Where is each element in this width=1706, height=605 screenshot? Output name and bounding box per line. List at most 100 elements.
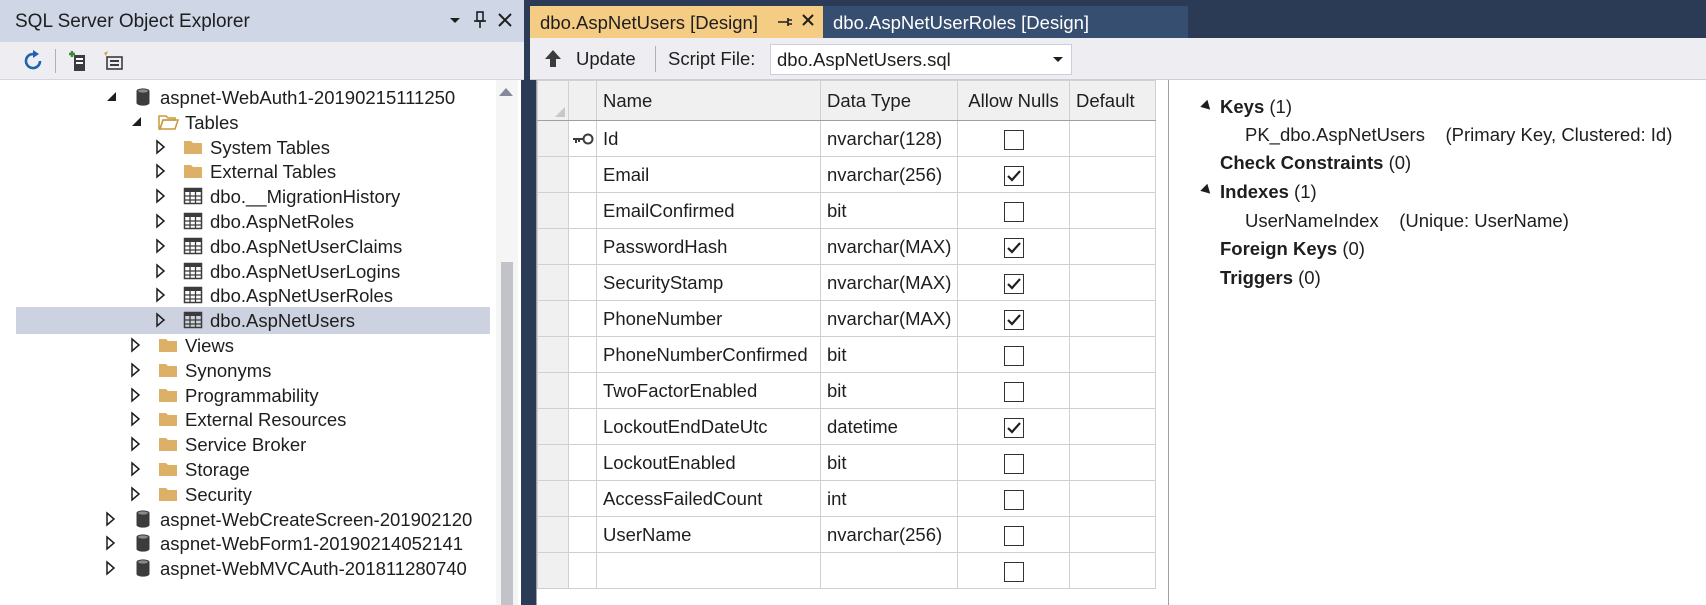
default-cell[interactable] (1069, 120, 1156, 157)
collapsed-arrow-icon[interactable] (129, 484, 143, 504)
column-name-cell[interactable]: LockoutEndDateUtc (596, 408, 821, 445)
scrollbar-thumb[interactable] (501, 262, 513, 605)
collapsed-arrow-icon[interactable] (154, 310, 168, 330)
collapsed-arrow-icon[interactable] (154, 137, 168, 157)
column-name-cell[interactable]: PhoneNumberConfirmed (596, 336, 821, 373)
table-row[interactable]: LockoutEnabled bit (537, 444, 1156, 481)
allow-nulls-checkbox[interactable] (1003, 345, 1024, 366)
collapsed-arrow-icon[interactable] (129, 360, 143, 380)
column-name-cell[interactable]: EmailConfirmed (596, 192, 821, 229)
column-name-cell[interactable]: Email (596, 156, 821, 193)
tree-node[interactable]: dbo.__MigrationHistory (0, 183, 490, 210)
vertical-scrollbar[interactable] (496, 80, 518, 605)
collapsed-arrow-icon[interactable] (154, 285, 168, 305)
allow-nulls-checkbox[interactable] (1003, 561, 1024, 582)
keys-node[interactable]: Keys (1) (1220, 96, 1292, 118)
tree-node[interactable]: Storage (0, 456, 490, 483)
tree-node[interactable]: External Tables (0, 158, 490, 185)
tree-node[interactable]: aspnet-WebCreateScreen-201902120 (0, 506, 490, 533)
default-cell[interactable] (1069, 516, 1156, 553)
allow-nulls-checkbox[interactable] (1003, 381, 1024, 402)
tree-node[interactable]: dbo.AspNetUserRoles (0, 282, 490, 309)
data-type-cell[interactable]: int (820, 480, 958, 517)
allow-nulls-checkbox[interactable] (1003, 525, 1024, 546)
table-row[interactable]: UserName nvarchar(256) (537, 516, 1156, 553)
row-selector[interactable] (537, 408, 569, 445)
expanded-arrow-icon[interactable] (104, 87, 118, 107)
collapsed-arrow-icon[interactable] (129, 409, 143, 429)
primary-key-item[interactable]: PK_dbo.AspNetUsers (Primary Key, Cluster… (1245, 124, 1672, 146)
allow-nulls-checkbox[interactable] (1003, 201, 1024, 222)
table-row[interactable]: SecurityStamp nvarchar(MAX) (537, 264, 1156, 301)
allow-nulls-checkbox[interactable] (1003, 453, 1024, 474)
foreign-keys-node[interactable]: Foreign Keys (0) (1220, 238, 1365, 260)
table-row[interactable]: Id nvarchar(128) (537, 120, 1156, 157)
column-name-cell[interactable]: PhoneNumber (596, 300, 821, 337)
tree-node[interactable]: Programmability (0, 382, 490, 409)
data-type-column-header[interactable]: Data Type (820, 80, 958, 121)
collapse-triangle-icon[interactable] (1200, 99, 1214, 114)
pin-icon[interactable] (468, 8, 492, 32)
table-row[interactable]: LockoutEndDateUtc datetime (537, 408, 1156, 445)
table-row[interactable]: EmailConfirmed bit (537, 192, 1156, 229)
allow-nulls-checkbox-checked[interactable] (1003, 237, 1024, 258)
collapse-triangle-icon[interactable] (1200, 183, 1214, 198)
tree-node[interactable]: Service Broker (0, 431, 490, 458)
collapsed-arrow-icon[interactable] (104, 533, 118, 553)
default-cell[interactable] (1069, 264, 1156, 301)
table-row[interactable]: TwoFactorEnabled bit (537, 372, 1156, 409)
tree-node[interactable]: aspnet-WebMVCAuth-201811280740 (0, 555, 490, 582)
default-cell[interactable] (1069, 228, 1156, 265)
collapsed-arrow-icon[interactable] (104, 558, 118, 578)
collapsed-arrow-icon[interactable] (129, 459, 143, 479)
indexes-node[interactable]: Indexes (1) (1220, 181, 1317, 203)
collapsed-arrow-icon[interactable] (154, 161, 168, 181)
column-name-cell[interactable] (596, 552, 821, 589)
pin-tab-icon[interactable] (776, 12, 794, 32)
table-row[interactable] (537, 552, 1156, 589)
row-selector[interactable] (537, 372, 569, 409)
data-type-cell[interactable]: nvarchar(128) (820, 120, 958, 157)
allow-nulls-checkbox[interactable] (1003, 129, 1024, 150)
column-name-cell[interactable]: LockoutEnabled (596, 444, 821, 481)
row-selector[interactable] (537, 120, 569, 157)
data-type-cell[interactable]: bit (820, 336, 958, 373)
default-cell[interactable] (1069, 300, 1156, 337)
row-selector[interactable] (537, 192, 569, 229)
data-type-cell[interactable]: nvarchar(256) (820, 156, 958, 193)
column-name-cell[interactable]: AccessFailedCount (596, 480, 821, 517)
data-type-cell[interactable]: nvarchar(MAX) (820, 300, 958, 337)
tree-node[interactable]: Synonyms (0, 357, 490, 384)
default-cell[interactable] (1069, 408, 1156, 445)
data-type-cell[interactable]: datetime (820, 408, 958, 445)
default-cell[interactable] (1069, 552, 1156, 589)
tree-node[interactable]: External Resources (0, 406, 490, 433)
default-cell[interactable] (1069, 444, 1156, 481)
tree-node[interactable]: Tables (0, 109, 490, 136)
tree-node[interactable]: aspnet-WebAuth1-20190215111250 (0, 84, 490, 111)
close-tab-icon[interactable] (798, 10, 818, 36)
script-file-dropdown[interactable]: dbo.AspNetUsers.sql (770, 44, 1072, 75)
tree-node[interactable]: Views (0, 332, 490, 359)
index-item[interactable]: UserNameIndex (Unique: UserName) (1245, 210, 1569, 232)
scroll-up-arrow-icon[interactable] (499, 88, 513, 96)
allow-nulls-checkbox-checked[interactable] (1003, 273, 1024, 294)
collapsed-arrow-icon[interactable] (129, 434, 143, 454)
default-cell[interactable] (1069, 372, 1156, 409)
row-selector[interactable] (537, 264, 569, 301)
collapsed-arrow-icon[interactable] (154, 211, 168, 231)
table-row[interactable]: Email nvarchar(256) (537, 156, 1156, 193)
row-selector[interactable] (537, 336, 569, 373)
row-selector[interactable] (537, 156, 569, 193)
collapsed-arrow-icon[interactable] (154, 186, 168, 206)
row-selector[interactable] (537, 552, 569, 589)
row-selector[interactable] (537, 300, 569, 337)
table-row[interactable]: PhoneNumber nvarchar(MAX) (537, 300, 1156, 337)
column-name-cell[interactable]: TwoFactorEnabled (596, 372, 821, 409)
update-button[interactable]: Update (542, 44, 642, 74)
allow-nulls-checkbox[interactable] (1003, 489, 1024, 510)
tree-node[interactable]: dbo.AspNetUsers (16, 307, 490, 335)
expanded-arrow-icon[interactable] (129, 112, 143, 132)
collapsed-arrow-icon[interactable] (129, 385, 143, 405)
row-selector[interactable] (537, 444, 569, 481)
